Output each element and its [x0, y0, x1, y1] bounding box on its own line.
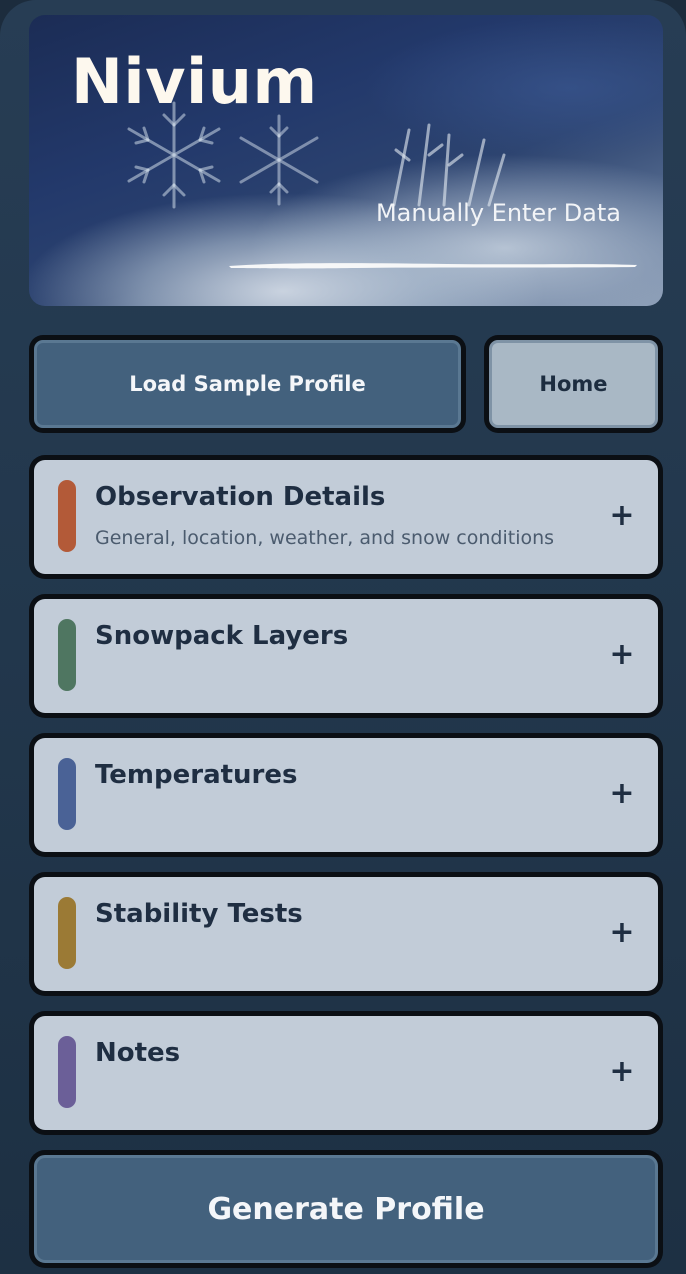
plus-icon[interactable]: + [608, 501, 636, 531]
hero-banner: Nivium Manually Enter Data [29, 15, 663, 306]
section-card: Temperatures + [34, 738, 658, 852]
section-observation-details[interactable]: Observation Details General, location, w… [29, 455, 663, 579]
section-title: Notes [95, 1038, 181, 1068]
generate-profile-button[interactable]: Generate Profile [29, 1150, 663, 1268]
section-title: Temperatures [95, 760, 298, 790]
generate-profile-label: Generate Profile [34, 1155, 658, 1263]
page-subtitle: Manually Enter Data [375, 199, 621, 227]
home-label: Home [489, 340, 658, 428]
brush-underline [229, 263, 637, 269]
home-button[interactable]: Home [484, 335, 663, 433]
plus-icon[interactable]: + [608, 1057, 636, 1087]
section-stability-tests[interactable]: Stability Tests + [29, 872, 663, 996]
section-card: Stability Tests + [34, 877, 658, 991]
section-accent-bar [58, 480, 76, 552]
app-title: Nivium [71, 45, 318, 118]
section-notes[interactable]: Notes + [29, 1011, 663, 1135]
load-sample-profile-label: Load Sample Profile [34, 340, 461, 428]
plus-icon[interactable]: + [608, 640, 636, 670]
snowflake-image [239, 114, 319, 206]
section-card: Observation Details General, location, w… [34, 460, 658, 574]
section-snowpack-layers[interactable]: Snowpack Layers + [29, 594, 663, 718]
plus-icon[interactable]: + [608, 918, 636, 948]
section-title: Snowpack Layers [95, 621, 349, 651]
section-accent-bar [58, 1036, 76, 1108]
app-screen: Nivium Manually Enter Data Load Sample P… [0, 0, 686, 1274]
section-accent-bar [58, 897, 76, 969]
section-title: Stability Tests [95, 899, 303, 929]
plus-icon[interactable]: + [608, 779, 636, 809]
load-sample-profile-button[interactable]: Load Sample Profile [29, 335, 466, 433]
section-card: Snowpack Layers + [34, 599, 658, 713]
section-title: Observation Details [95, 482, 386, 512]
section-accent-bar [58, 758, 76, 830]
section-accent-bar [58, 619, 76, 691]
section-card: Notes + [34, 1016, 658, 1130]
section-temperatures[interactable]: Temperatures + [29, 733, 663, 857]
snowflake-image [392, 123, 506, 207]
section-description: General, location, weather, and snow con… [95, 527, 555, 549]
